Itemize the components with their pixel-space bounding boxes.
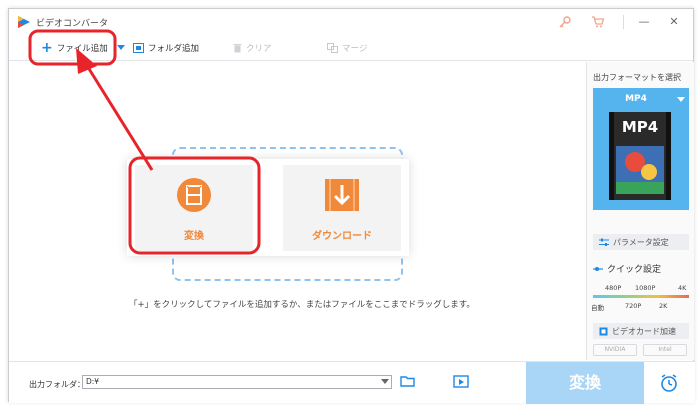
format-selector[interactable]: MP4 MP4 bbox=[593, 88, 689, 210]
download-icon bbox=[325, 179, 359, 211]
open-folder-icon[interactable] bbox=[400, 374, 416, 388]
app-window: ビデオコンバータ — ✕ + ファイル追加 フォルダ追加 クリア マージ 変換 … bbox=[8, 8, 695, 404]
cart-icon[interactable] bbox=[591, 15, 605, 29]
output-folder-dropdown-icon[interactable] bbox=[381, 379, 389, 384]
quality-slider[interactable] bbox=[593, 295, 689, 298]
gpu-acceleration-button[interactable]: ビデオカード加速 bbox=[593, 323, 689, 339]
format-name: MP4 bbox=[625, 94, 647, 104]
minimize-button[interactable]: — bbox=[635, 14, 653, 30]
quick-settings-header: クイック設定 bbox=[593, 262, 661, 275]
drop-hint-text: 「+」をクリックしてファイルを追加するか、またはファイルをここまでドラッグします… bbox=[129, 300, 475, 310]
quality-1080p[interactable]: 1080P bbox=[635, 284, 655, 292]
film-icon bbox=[177, 178, 211, 212]
convert-card[interactable]: 変換 bbox=[135, 165, 253, 251]
title-bar: ビデオコンバータ — ✕ bbox=[9, 9, 693, 35]
chip-icon bbox=[599, 327, 608, 335]
add-file-button[interactable]: + ファイル追加 bbox=[41, 35, 108, 61]
trash-icon bbox=[233, 44, 242, 53]
quality-720p[interactable]: 720P bbox=[625, 302, 641, 310]
app-logo-icon bbox=[18, 16, 30, 28]
close-button[interactable]: ✕ bbox=[665, 14, 683, 30]
nvidia-badge: NVIDIA bbox=[593, 344, 637, 356]
download-card-label: ダウンロード bbox=[312, 231, 372, 242]
folder-add-icon bbox=[133, 43, 144, 53]
convert-button[interactable]: 変換 bbox=[526, 362, 644, 404]
output-browse-icon[interactable] bbox=[453, 374, 469, 388]
gpu-acceleration-label: ビデオカード加速 bbox=[612, 326, 676, 336]
merge-icon bbox=[327, 43, 338, 53]
download-card[interactable]: ダウンロード bbox=[283, 165, 401, 251]
quality-480p[interactable]: 480P bbox=[605, 284, 621, 292]
title-divider bbox=[623, 15, 624, 29]
key-icon[interactable] bbox=[558, 15, 572, 29]
plus-icon: + bbox=[41, 40, 53, 56]
mp4-thumb-label: MP4 bbox=[621, 118, 659, 136]
window-title: ビデオコンバータ bbox=[36, 19, 109, 29]
convert-card-label: 変換 bbox=[184, 231, 204, 242]
output-folder-value: D:¥ bbox=[86, 377, 100, 386]
bottom-bar: 出力フォルダ： D:¥ 変換 bbox=[9, 361, 695, 404]
format-panel: 出力フォーマットを選択 MP4 MP4 パラメータ設定 クイック設定 480P … bbox=[586, 62, 694, 360]
intel-badge: Intel bbox=[643, 344, 687, 356]
alarm-clock-icon[interactable] bbox=[658, 372, 680, 394]
format-dropdown-icon bbox=[677, 97, 685, 102]
parameter-settings-button[interactable]: パラメータ設定 bbox=[593, 234, 689, 250]
add-file-label: ファイル追加 bbox=[56, 44, 108, 54]
parameter-settings-label: パラメータ設定 bbox=[613, 237, 669, 247]
clear-button[interactable]: クリア bbox=[233, 35, 272, 61]
output-folder-label: 出力フォルダ： bbox=[29, 380, 85, 389]
add-folder-button[interactable]: フォルダ追加 bbox=[133, 35, 199, 61]
merge-label: マージ bbox=[342, 44, 368, 54]
quick-settings-icon bbox=[593, 266, 603, 271]
output-folder-field[interactable]: D:¥ bbox=[82, 375, 392, 389]
quality-auto[interactable]: 自動 bbox=[591, 302, 604, 312]
toolbar: + ファイル追加 フォルダ追加 クリア マージ bbox=[9, 35, 693, 61]
add-file-dropdown-icon[interactable] bbox=[117, 45, 125, 51]
drop-area[interactable]: 変換 ダウンロード 「+」をクリックしてファイルを追加するか、またはファイルをこ… bbox=[9, 62, 585, 360]
merge-button[interactable]: マージ bbox=[327, 35, 367, 61]
add-folder-label: フォルダ追加 bbox=[148, 44, 200, 54]
action-cards: 変換 ダウンロード bbox=[127, 159, 409, 256]
quality-2k[interactable]: 2K bbox=[659, 302, 667, 310]
clear-label: クリア bbox=[246, 44, 272, 54]
sliders-icon bbox=[599, 238, 609, 246]
format-panel-title: 出力フォーマットを選択 bbox=[593, 73, 681, 82]
quick-settings-label: クイック設定 bbox=[607, 265, 662, 275]
quality-4k[interactable]: 4K bbox=[678, 284, 686, 292]
